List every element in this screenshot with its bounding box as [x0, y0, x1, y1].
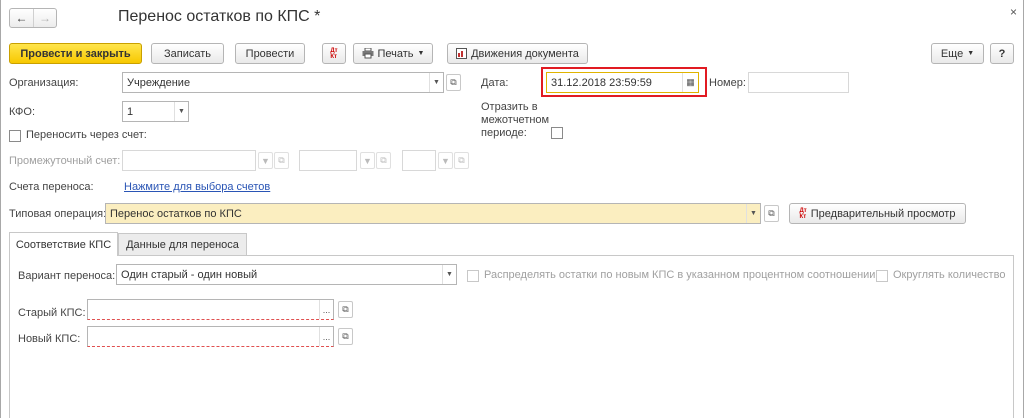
distribute-checkbox[interactable] — [467, 270, 479, 282]
chevron-down-icon[interactable]: ▼ — [360, 152, 375, 169]
movements-label: Движения документа — [471, 47, 579, 60]
chevron-down-icon[interactable]: ▼ — [438, 152, 453, 169]
accounts-label: Счета переноса: — [9, 181, 94, 193]
printer-icon — [362, 48, 373, 59]
movements-button[interactable]: Движения документа — [447, 43, 588, 64]
highlight-box — [541, 67, 707, 97]
ellipsis-icon[interactable]: ... — [319, 327, 333, 346]
help-button[interactable]: ? — [990, 43, 1014, 64]
kfo-value: 1 — [127, 105, 134, 118]
print-button[interactable]: Печать ▼ — [353, 43, 433, 64]
variant-field[interactable]: Один старый - один новый ▼ — [116, 264, 457, 285]
preview-label: Предварительный просмотр — [810, 207, 956, 220]
variant-label: Вариант переноса: — [18, 270, 116, 282]
chevron-down-icon[interactable]: ▼ — [174, 102, 188, 121]
preview-button[interactable]: Дт Кт Предварительный просмотр — [789, 203, 966, 224]
round-label: Округлять количество — [893, 269, 1006, 281]
back-arrow-icon[interactable]: ← — [10, 9, 33, 27]
open-icon[interactable]: ⧉ — [338, 328, 353, 345]
open-icon[interactable]: ⧉ — [454, 152, 469, 169]
reflect-checkbox[interactable] — [551, 127, 563, 139]
intermediate-label: Промежуточный счет: — [9, 155, 121, 167]
transfer-via-label: Переносить через счет: — [26, 129, 147, 141]
number-field[interactable] — [748, 72, 849, 93]
chevron-down-icon[interactable]: ▼ — [442, 265, 456, 284]
chevron-down-icon[interactable]: ▼ — [746, 204, 760, 223]
register-icon — [456, 48, 468, 59]
operation-value: Перенос остатков по КПС — [110, 207, 242, 220]
intermediate-field-2[interactable] — [299, 150, 357, 171]
save-button[interactable]: Записать — [151, 43, 224, 64]
open-icon[interactable]: ⧉ — [376, 152, 391, 169]
org-value: Учреждение — [127, 76, 191, 89]
operation-label: Типовая операция: — [9, 208, 107, 220]
chevron-down-icon[interactable]: ▼ — [429, 73, 443, 92]
reflect-label-line: межотчетном — [481, 114, 550, 126]
org-field[interactable]: Учреждение ▼ — [122, 72, 444, 93]
old-kps-field[interactable]: ... — [87, 299, 334, 320]
chevron-down-icon: ▼ — [417, 50, 425, 57]
date-label: Дата: — [481, 77, 509, 89]
round-checkbox[interactable] — [876, 270, 888, 282]
intermediate-field-1[interactable] — [122, 150, 256, 171]
post-button[interactable]: Провести — [235, 43, 305, 64]
reflect-label: Отразить в межотчетном периоде: — [481, 101, 549, 140]
new-kps-field[interactable]: ... — [87, 326, 334, 347]
page-title: Перенос остатков по КПС * — [118, 8, 321, 25]
chevron-down-icon[interactable]: ▼ — [258, 152, 273, 169]
transfer-via-checkbox[interactable] — [9, 130, 21, 142]
intermediate-field-3[interactable] — [402, 150, 436, 171]
dt-kt-button[interactable]: Дт Кт — [322, 43, 346, 64]
open-icon[interactable]: ⧉ — [764, 205, 779, 222]
post-and-close-button[interactable]: Провести и закрыть — [9, 43, 142, 64]
ellipsis-icon[interactable]: ... — [319, 300, 333, 319]
open-icon[interactable]: ⧉ — [338, 301, 353, 318]
kfo-label: КФО: — [9, 106, 36, 118]
forward-arrow-icon[interactable]: → — [32, 9, 56, 27]
kfo-field[interactable]: 1 ▼ — [122, 101, 189, 122]
old-kps-label: Старый КПС: — [18, 307, 86, 319]
org-label: Организация: — [9, 77, 79, 89]
open-icon[interactable]: ⧉ — [274, 152, 289, 169]
more-button[interactable]: Еще ▼ — [931, 43, 984, 64]
distribute-label: Распределять остатки по новым КПС в указ… — [484, 269, 876, 281]
select-accounts-link[interactable]: Нажмите для выбора счетов — [124, 181, 270, 193]
tab-transfer-data[interactable]: Данные для переноса — [118, 233, 247, 256]
chevron-down-icon: ▼ — [967, 50, 975, 57]
dt-kt-icon: Дт Кт — [799, 207, 807, 220]
open-icon[interactable]: ⧉ — [446, 74, 461, 91]
tab-kps-match[interactable]: Соответствие КПС — [9, 232, 118, 256]
nav-buttons: ← → — [9, 8, 57, 28]
reflect-label-line: Отразить в — [481, 101, 538, 113]
operation-field[interactable]: Перенос остатков по КПС ▼ — [105, 203, 761, 224]
new-kps-label: Новый КПС: — [18, 333, 81, 345]
dt-kt-icon: Дт Кт — [330, 47, 338, 60]
more-label: Еще — [940, 47, 964, 60]
print-label: Печать — [377, 47, 414, 60]
variant-value: Один старый - один новый — [121, 268, 258, 281]
number-label: Номер: — [709, 77, 746, 89]
close-icon[interactable]: × — [1010, 5, 1017, 19]
reflect-label-line: периоде: — [481, 127, 527, 139]
